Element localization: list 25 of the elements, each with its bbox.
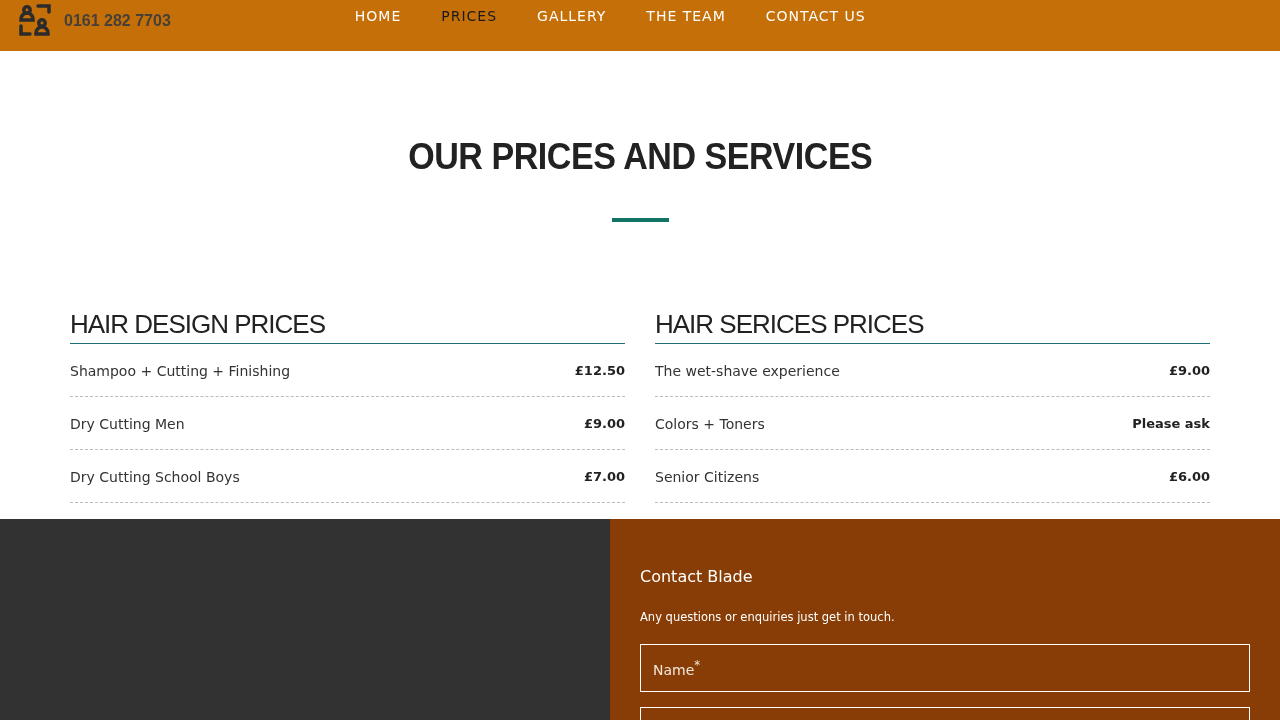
nav-link[interactable]: GALLERY xyxy=(537,8,607,24)
section-heading: HAIR DESIGN PRICES xyxy=(70,309,625,344)
nav-link[interactable]: THE TEAM xyxy=(646,8,726,24)
nav-link[interactable]: PRICES xyxy=(441,8,498,24)
service-name: Colors + Toners xyxy=(655,415,765,432)
phone-number[interactable]: 0161 282 7703 xyxy=(64,12,171,30)
price: Please ask xyxy=(1132,416,1210,431)
people-icon xyxy=(18,3,52,37)
service-name: Senior Citizens xyxy=(655,468,760,485)
service-name: Dry Cutting Men xyxy=(70,415,185,432)
section-heading: HAIR SERICES PRICES xyxy=(655,309,1210,344)
page-title: OUR PRICES AND SERVICES xyxy=(407,135,873,179)
price: £12.50 xyxy=(574,363,625,378)
service-name: Dry Cutting School Boys xyxy=(70,468,240,485)
price: £9.00 xyxy=(1168,363,1210,378)
price: £6.00 xyxy=(1168,469,1210,484)
nav-link[interactable]: HOME xyxy=(354,8,402,24)
service-name: Shampoo + Cutting + Finishing xyxy=(70,362,291,379)
price: £9.00 xyxy=(583,416,625,431)
price: £7.00 xyxy=(583,469,625,484)
input-field[interactable]: Name$^{*}$ xyxy=(640,644,1250,692)
contact-heading: Contact Blade xyxy=(640,567,754,586)
nav-link[interactable]: CONTACT US xyxy=(765,8,866,24)
service-name: The wet-shave experience xyxy=(655,362,840,379)
contact-text: Any questions or enquiries just get in touch. xyxy=(640,610,896,624)
